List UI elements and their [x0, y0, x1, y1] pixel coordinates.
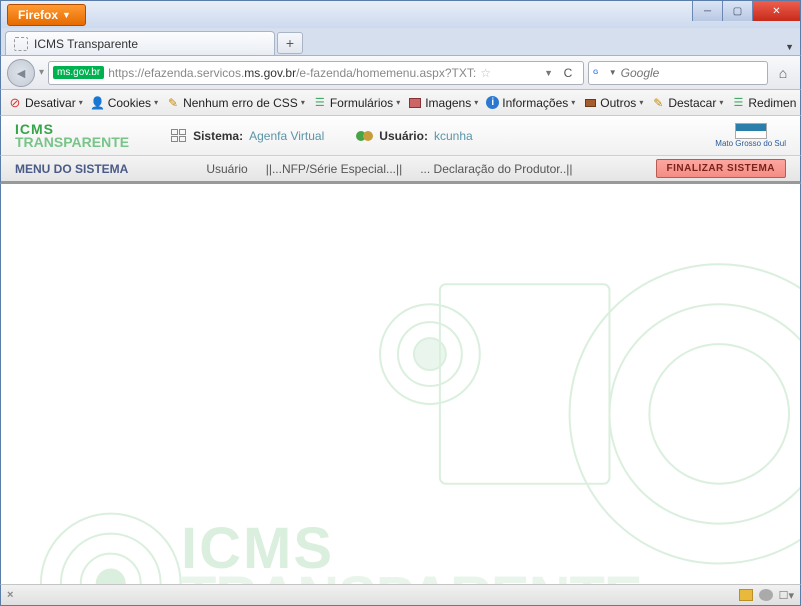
site-identity-badge[interactable]: ms.gov.br — [53, 66, 104, 79]
windows-icon — [171, 129, 187, 143]
minimize-button[interactable]: ─ — [692, 1, 722, 21]
sistema-value: Agenfa Virtual — [249, 129, 324, 143]
close-button[interactable]: ✕ — [752, 1, 800, 21]
menu-declaracao[interactable]: ... Declaração do Produtor..|| — [420, 162, 572, 176]
chevron-down-icon: ▼ — [62, 10, 71, 20]
dev-info[interactable]: i Informações▾ — [483, 96, 578, 110]
image-icon — [408, 96, 422, 110]
tab-list-button[interactable]: ▼ — [785, 42, 794, 52]
dev-css[interactable]: ✎ Nenhum erro de CSS▾ — [163, 96, 308, 110]
window-titlebar: Firefox ▼ ─ ▢ ✕ — [0, 0, 801, 28]
form-icon: ☰ — [313, 96, 327, 110]
status-close[interactable]: × — [7, 589, 13, 601]
menu-usuario[interactable]: Usuário — [206, 162, 247, 176]
firefox-label: Firefox — [18, 8, 58, 22]
status-icon-1[interactable] — [739, 589, 753, 601]
url-history-dropdown[interactable]: ▼ — [544, 68, 553, 78]
back-button[interactable]: ◄ — [7, 59, 35, 87]
svg-text:G: G — [593, 68, 598, 75]
sistema-info: Sistema: Agenfa Virtual — [171, 129, 324, 143]
flag-icon — [735, 123, 767, 139]
new-tab-button[interactable]: + — [277, 32, 303, 54]
status-icon-2[interactable] — [759, 589, 773, 601]
pencil-icon: ✎ — [166, 96, 180, 110]
usuario-label: Usuário: — [379, 129, 428, 143]
users-icon — [356, 131, 373, 141]
dev-imagens[interactable]: Imagens▾ — [405, 96, 481, 110]
firefox-menu-button[interactable]: Firefox ▼ — [7, 4, 86, 26]
watermark-line2: TRANSPARENTE — [181, 573, 642, 584]
browser-tab[interactable]: ICMS Transparente — [5, 31, 275, 55]
maximize-button[interactable]: ▢ — [722, 1, 752, 21]
feed-icon[interactable]: ☆ — [480, 66, 491, 80]
menu-title: MENU DO SISTEMA — [15, 162, 128, 176]
mato-grosso-logo: Mato Grosso do Sul — [715, 123, 786, 148]
menu-nfp[interactable]: ||...NFP/Série Especial...|| — [266, 162, 403, 176]
dev-destacar[interactable]: ✎ Destacar▾ — [648, 96, 726, 110]
search-engine-dropdown[interactable]: ▼ — [609, 68, 617, 77]
url-bar[interactable]: ms.gov.br https://efazenda.servicos.ms.g… — [48, 61, 584, 85]
google-icon[interactable]: G — [593, 66, 605, 80]
reload-button[interactable]: C — [557, 66, 579, 80]
info-icon: i — [486, 96, 499, 109]
tab-title: ICMS Transparente — [34, 37, 138, 51]
brick-icon — [583, 96, 597, 110]
page-favicon — [14, 37, 28, 51]
highlight-icon: ✎ — [651, 96, 665, 110]
search-input[interactable] — [621, 66, 763, 80]
dev-desativar[interactable]: ⊘ Desativar▾ — [5, 96, 86, 110]
forbid-icon: ⊘ — [8, 96, 22, 110]
dev-cookies[interactable]: 👤 Cookies▾ — [88, 96, 161, 110]
dev-form[interactable]: ☰ Formulários▾ — [310, 96, 403, 110]
dev-outros[interactable]: Outros▾ — [580, 96, 646, 110]
developer-toolbar: ⊘ Desativar▾ 👤 Cookies▾ ✎ Nenhum erro de… — [0, 90, 801, 116]
dev-redimen[interactable]: ☰ Redimen — [728, 96, 799, 110]
search-box[interactable]: G ▼ — [588, 61, 768, 85]
resize-icon: ☰ — [731, 96, 745, 110]
usuario-value: kcunha — [434, 129, 473, 143]
finalize-button[interactable]: FINALIZAR SISTEMA — [656, 159, 787, 178]
window-controls: ─ ▢ ✕ — [692, 1, 800, 21]
sistema-label: Sistema: — [193, 129, 243, 143]
home-button[interactable]: ⌂ — [772, 65, 794, 81]
nav-toolbar: ◄ ▾ ms.gov.br https://efazenda.servicos.… — [0, 56, 801, 90]
watermark: ICMS TRANSPARENTE — [1, 184, 800, 584]
url-text: https://efazenda.servicos.ms.gov.br/e-fa… — [108, 66, 476, 80]
usuario-info: Usuário: kcunha — [356, 129, 472, 143]
app-logo: ICMS TRANSPARENTE — [15, 123, 129, 148]
tab-strip: ICMS Transparente + ▼ — [0, 28, 801, 56]
content-area: ICMS TRANSPARENTE — [0, 184, 801, 584]
person-icon: 👤 — [91, 96, 105, 110]
system-menu-bar: MENU DO SISTEMA Usuário ||...NFP/Série E… — [0, 156, 801, 184]
forward-dropdown[interactable]: ▾ — [39, 67, 44, 78]
app-header: ICMS TRANSPARENTE Sistema: Agenfa Virtua… — [0, 116, 801, 156]
status-bar: × ☐▾ — [0, 584, 801, 606]
